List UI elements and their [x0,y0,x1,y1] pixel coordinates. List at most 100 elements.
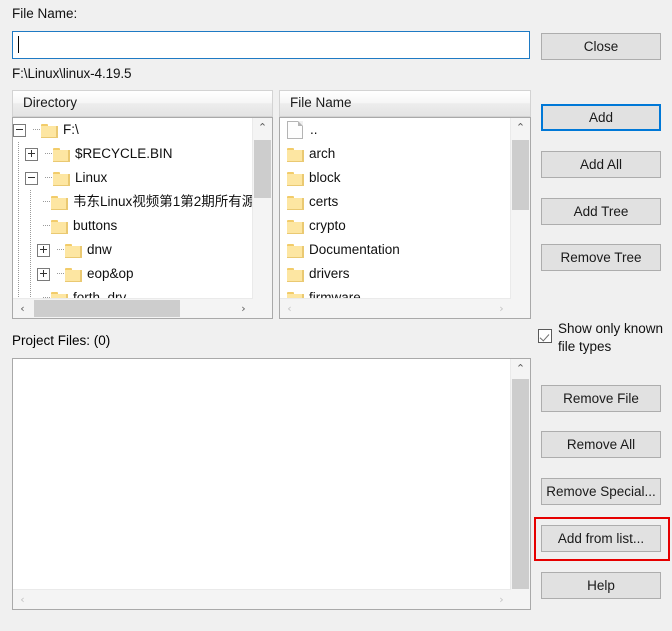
file-list-item-label: arch [309,146,336,162]
project-files-panel[interactable]: ⌃ ⌄ ‹ › [12,358,531,610]
folder-icon [287,171,304,187]
tree-guide-stub [51,238,67,262]
scrollbar-thumb[interactable] [512,140,529,210]
collapse-icon[interactable] [25,171,38,185]
file-list-horizontal-scrollbar[interactable]: ‹ › [280,298,511,318]
file-name-input[interactable] [12,31,530,59]
tree-item-label: eop&op [87,266,134,282]
folder-icon [287,267,304,283]
tree-guide-stub [37,190,53,214]
file-list-item-label: drivers [309,266,350,282]
help-button[interactable]: Help [541,572,661,599]
folder-icon [53,171,70,187]
directory-panel-header: Directory [12,90,273,117]
folder-icon [53,147,70,163]
scrollbar-thumb[interactable] [34,300,180,317]
scrollbar-thumb[interactable] [254,140,271,198]
tree-guide [13,214,25,239]
tree-guide [25,238,37,263]
folder-icon [41,123,58,139]
close-button[interactable]: Close [541,33,661,60]
tree-guide-stub [39,142,55,166]
file-name-list[interactable]: .. arch block certs crypto Documentation drive… [280,118,511,298]
add-button[interactable]: Add [541,104,661,131]
expand-icon[interactable] [37,243,50,257]
file-list-item-label: .. [310,122,318,138]
tree-item[interactable]: forth_drv [13,286,253,298]
file-name-list-panel[interactable]: .. arch block certs crypto Documentation drive… [279,117,531,319]
checkbox-check-icon[interactable] [538,329,552,343]
add-tree-button[interactable]: Add Tree [541,198,661,225]
tree-guide [25,214,37,239]
folder-icon [65,243,82,259]
scroll-left-icon[interactable]: ‹ [280,299,299,318]
tree-item[interactable]: eop&op [13,262,253,287]
file-list-item[interactable]: .. [280,118,511,142]
collapse-icon[interactable] [13,123,26,137]
expand-icon[interactable] [25,147,38,161]
folder-icon [51,219,68,235]
add-all-button[interactable]: Add All [541,151,661,178]
tree-item[interactable]: $RECYCLE.BIN [13,142,253,167]
add-from-list-button[interactable]: Add from list... [541,525,661,552]
folder-icon [287,147,304,163]
scrollbar-corner [511,299,530,318]
file-list-item[interactable]: Documentation [280,238,511,262]
tree-guide-stub [39,166,55,190]
file-list-item[interactable]: crypto [280,214,511,238]
tree-item-label: dnw [87,242,112,258]
current-path-label: F:\Linux\linux-4.19.5 [12,66,132,81]
folder-icon [51,195,68,211]
remove-tree-button[interactable]: Remove Tree [541,244,661,271]
directory-tree-panel[interactable]: F:\ $RECYCLE.BIN Linux 韦东Linux视频第1第2期所有源码 bu… [12,117,273,319]
scrollbar-corner [511,590,530,609]
directory-vertical-scrollbar[interactable]: ⌃ ⌄ [252,118,272,318]
tree-guide [13,286,25,298]
scroll-up-icon[interactable]: ⌃ [253,118,272,137]
scroll-right-icon[interactable]: › [492,590,511,609]
tree-item[interactable]: buttons [13,214,253,239]
tree-item-label: Linux [75,170,108,186]
file-list-item-label: firmware [309,290,361,298]
scroll-up-icon[interactable]: ⌃ [511,118,530,137]
scroll-left-icon[interactable]: ‹ [13,299,32,318]
file-list-item[interactable]: arch [280,142,511,166]
file-list-item-label: certs [309,194,339,210]
scroll-right-icon[interactable]: › [234,299,253,318]
project-files-horizontal-scrollbar[interactable]: ‹ › [13,589,511,609]
folder-icon [287,243,304,259]
tree-guide-stub [37,286,53,298]
file-list-item[interactable]: block [280,166,511,190]
folder-icon [287,219,304,235]
remove-all-button[interactable]: Remove All [541,431,661,458]
project-files-label: Project Files: (0) [12,333,111,348]
tree-guide [25,262,37,287]
file-list-item-label: Documentation [309,242,400,258]
file-panel-header: File Name [279,90,531,117]
file-name-label: File Name: [12,6,78,21]
tree-item[interactable]: F:\ [13,118,253,142]
file-list-vertical-scrollbar[interactable]: ⌃ ⌄ [510,118,530,318]
directory-horizontal-scrollbar[interactable]: ‹ › [13,298,253,318]
scroll-left-icon[interactable]: ‹ [13,590,32,609]
tree-guide [13,238,25,263]
tree-item[interactable]: 韦东Linux视频第1第2期所有源码 [13,190,253,215]
remove-special-button[interactable]: Remove Special... [541,478,661,505]
scroll-right-icon[interactable]: › [492,299,511,318]
file-list-item[interactable]: drivers [280,262,511,286]
tree-item-label: buttons [73,218,118,234]
expand-icon[interactable] [37,267,50,281]
tree-item[interactable]: Linux [13,166,253,191]
file-list-item[interactable]: firmware [280,286,511,298]
scrollbar-thumb[interactable] [512,379,529,589]
file-list-item[interactable]: certs [280,190,511,214]
tree-guide [13,190,25,215]
remove-file-button[interactable]: Remove File [541,385,661,412]
tree-item[interactable]: dnw [13,238,253,263]
directory-tree-list[interactable]: F:\ $RECYCLE.BIN Linux 韦东Linux视频第1第2期所有源码 bu… [13,118,253,298]
tree-guide [25,190,37,215]
project-files-vertical-scrollbar[interactable]: ⌃ ⌄ [510,359,530,609]
scroll-up-icon[interactable]: ⌃ [511,359,530,378]
tree-guide-stub [37,214,53,238]
file-list-item-label: crypto [309,218,346,234]
